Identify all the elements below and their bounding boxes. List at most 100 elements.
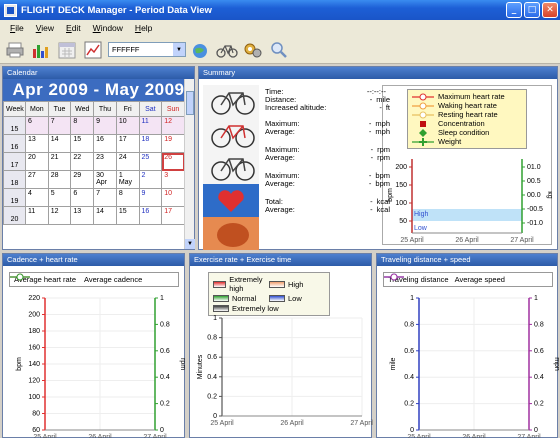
calendar-day[interactable]: 8 [70, 116, 95, 135]
y-tick-label: 0.6 [207, 354, 217, 361]
calendar-day[interactable]: 9 [93, 116, 117, 135]
y-tick-label: 0.8 [207, 335, 217, 342]
y-tick-label: 220 [28, 295, 40, 302]
calendar-day[interactable]: 16 [93, 134, 117, 153]
x-tick-label: 25 April [210, 420, 234, 427]
legend-marker-icon [412, 111, 434, 118]
legend-label: Normal [232, 294, 257, 303]
travel-legend: Traveling distance Average speed [383, 272, 553, 287]
legend-item: Resting heart rate [412, 110, 522, 119]
close-button[interactable]: ✕ [542, 2, 558, 18]
minimize-button[interactable]: _ [506, 2, 522, 18]
calendar-icon[interactable] [56, 39, 78, 61]
scroll-thumb[interactable] [186, 91, 194, 115]
calendar-day[interactable]: 8 [115, 188, 140, 207]
calendar-day[interactable]: 13 [25, 134, 49, 153]
calendar-day[interactable]: 3 [161, 170, 185, 189]
bicycle-icon[interactable] [216, 39, 238, 61]
calendar-day[interactable]: 19 [161, 134, 185, 153]
calendar-day[interactable]: 13 [70, 206, 95, 225]
menu-view[interactable]: View [30, 23, 60, 33]
y2-tick-label: -01.0 [527, 220, 543, 227]
y-tick-label: 180 [28, 328, 40, 335]
summary-row: Average: - bpm [265, 179, 390, 188]
exercise-panel-title: Exercise rate + Exercise time [190, 254, 371, 266]
calendar-day[interactable]: 4 [25, 188, 49, 207]
maximize-button[interactable]: □ [524, 2, 540, 18]
calendar-day[interactable]: 21 [47, 152, 72, 171]
y2-tick-label: 01.0 [527, 164, 541, 171]
scroll-down-arrow[interactable]: ▼ [185, 239, 195, 249]
calendar-day[interactable]: 6 [25, 116, 49, 135]
calendar-day[interactable]: 16 [138, 206, 163, 225]
settings-icon[interactable] [242, 39, 264, 61]
summary-chart: 2001501005001.000.500.0-00.5-01.0bpm kgHi… [387, 159, 552, 244]
window-title: FLIGHT DECK Manager - Period Data View [21, 4, 212, 16]
summary-unit: ft [385, 103, 390, 112]
menu-help[interactable]: Help [129, 23, 158, 33]
calendar-day[interactable]: 9 [138, 188, 163, 207]
calendar-day[interactable]: 25 [138, 152, 163, 171]
calendar-day[interactable]: 27 [25, 170, 49, 189]
legend-marker-icon [412, 137, 434, 146]
calendar-day[interactable]: 24 [115, 152, 140, 171]
chart-view-icon[interactable] [82, 39, 104, 61]
summary-legend: Maximum heart rate Waking heart rate Resti… [407, 89, 527, 149]
summary-unit: bpm [375, 179, 390, 188]
calendar-header: Week [3, 101, 26, 117]
heart-rate-image [203, 184, 259, 217]
calendar-day[interactable]: 22 [70, 152, 95, 171]
calendar-scrollbar[interactable]: ▼ [184, 79, 195, 249]
graph-icon[interactable] [30, 39, 52, 61]
calendar-day[interactable]: 5 [47, 188, 72, 207]
summary-value: - bpm [350, 179, 390, 188]
travel-chart: 10.80.60.40.2010.80.60.40.2025 April 26 A… [390, 295, 559, 438]
calendar-day[interactable]: 11 [25, 206, 49, 225]
legend-marker-icon [10, 273, 30, 281]
y-tick-label: 200 [28, 312, 40, 319]
color-select[interactable]: FFFFFF ▼ [108, 42, 186, 57]
y2-tick-label: 0 [160, 427, 164, 434]
calendar-day[interactable]: 15 [70, 134, 95, 153]
calendar-day[interactable]: 14 [93, 206, 117, 225]
calendar-day[interactable]: 11 [138, 116, 163, 135]
calendar-day[interactable]: 1 May [115, 170, 140, 189]
calendar-day[interactable]: 10 [115, 116, 140, 135]
calendar-day[interactable]: 2 [138, 170, 163, 189]
calendar-day[interactable]: 14 [47, 134, 72, 153]
x-tick-label: 25 April [33, 434, 57, 438]
print-icon[interactable] [4, 39, 26, 61]
calendar-day[interactable]: 30 Apr [93, 170, 117, 189]
summary-value: - kcal [350, 205, 390, 214]
calendar-day[interactable]: 18 [138, 134, 163, 153]
calendar-day[interactable]: 7 [47, 116, 72, 135]
calendar-day[interactable]: 23 [93, 152, 117, 171]
legend-marker-icon [412, 102, 434, 109]
calendar-day[interactable]: 15 [115, 206, 140, 225]
y2-tick-label: 00.5 [527, 178, 541, 185]
globe-icon[interactable] [190, 39, 212, 61]
chevron-down-icon[interactable]: ▼ [173, 43, 185, 56]
legend-label: Average cadence [84, 275, 143, 284]
calendar-day[interactable]: 12 [47, 206, 72, 225]
legend-swatch [269, 295, 285, 302]
y2-tick-label: 0 [534, 427, 538, 434]
exercise-chart: 1 0.8 0.6 0.4 0.2 025 April 26 April 27 April Mi… [197, 315, 373, 427]
menu-file[interactable]: File [4, 23, 30, 33]
menu-edit[interactable]: Edit [60, 23, 87, 33]
search-icon[interactable] [268, 39, 290, 61]
calendar-day[interactable]: 26 [161, 152, 185, 171]
calendar-day[interactable]: 12 [161, 116, 185, 135]
calendar-day[interactable]: 7 [93, 188, 117, 207]
calendar-day[interactable]: 10 [161, 188, 185, 207]
calendar-day[interactable]: 28 [47, 170, 72, 189]
menu-window[interactable]: Window [87, 23, 129, 33]
calendar-day[interactable]: 17 [161, 206, 185, 225]
y2-axis-label: kg [546, 191, 552, 199]
calendar-header: Sun [161, 101, 185, 117]
calendar-day[interactable]: 17 [115, 134, 140, 153]
calendar-day[interactable]: 29 [70, 170, 95, 189]
calendar-day[interactable]: 6 [70, 188, 95, 207]
summary-unit: kcal [376, 205, 390, 214]
calendar-day[interactable]: 20 [25, 152, 49, 171]
